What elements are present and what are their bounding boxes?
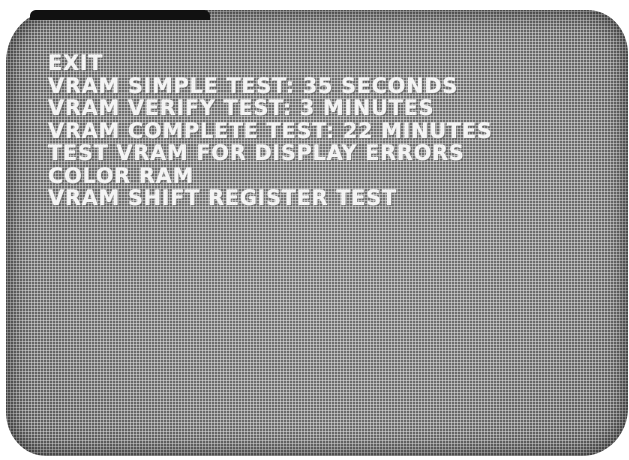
photo-frame: EXIT VRAM SIMPLE TEST: 35 SECONDS VRAM V… [0, 0, 629, 460]
menu-item-vram-shift-register-test[interactable]: VRAM SHIFT REGISTER TEST [48, 187, 493, 210]
vram-test-menu: EXIT VRAM SIMPLE TEST: 35 SECONDS VRAM V… [48, 52, 493, 210]
menu-item-exit[interactable]: EXIT [48, 52, 493, 75]
menu-item-vram-verify-test[interactable]: VRAM VERIFY TEST: 3 MINUTES [48, 97, 493, 120]
crt-screen: EXIT VRAM SIMPLE TEST: 35 SECONDS VRAM V… [6, 10, 628, 456]
menu-item-test-vram-display-errors[interactable]: TEST VRAM FOR DISPLAY ERRORS [48, 142, 493, 165]
menu-item-vram-simple-test[interactable]: VRAM SIMPLE TEST: 35 SECONDS [48, 74, 493, 98]
menu-item-color-ram[interactable]: COLOR RAM [48, 164, 493, 188]
monitor-bezel-edge [30, 10, 210, 20]
menu-item-vram-complete-test[interactable]: VRAM COMPLETE TEST: 22 MINUTES [48, 119, 493, 143]
